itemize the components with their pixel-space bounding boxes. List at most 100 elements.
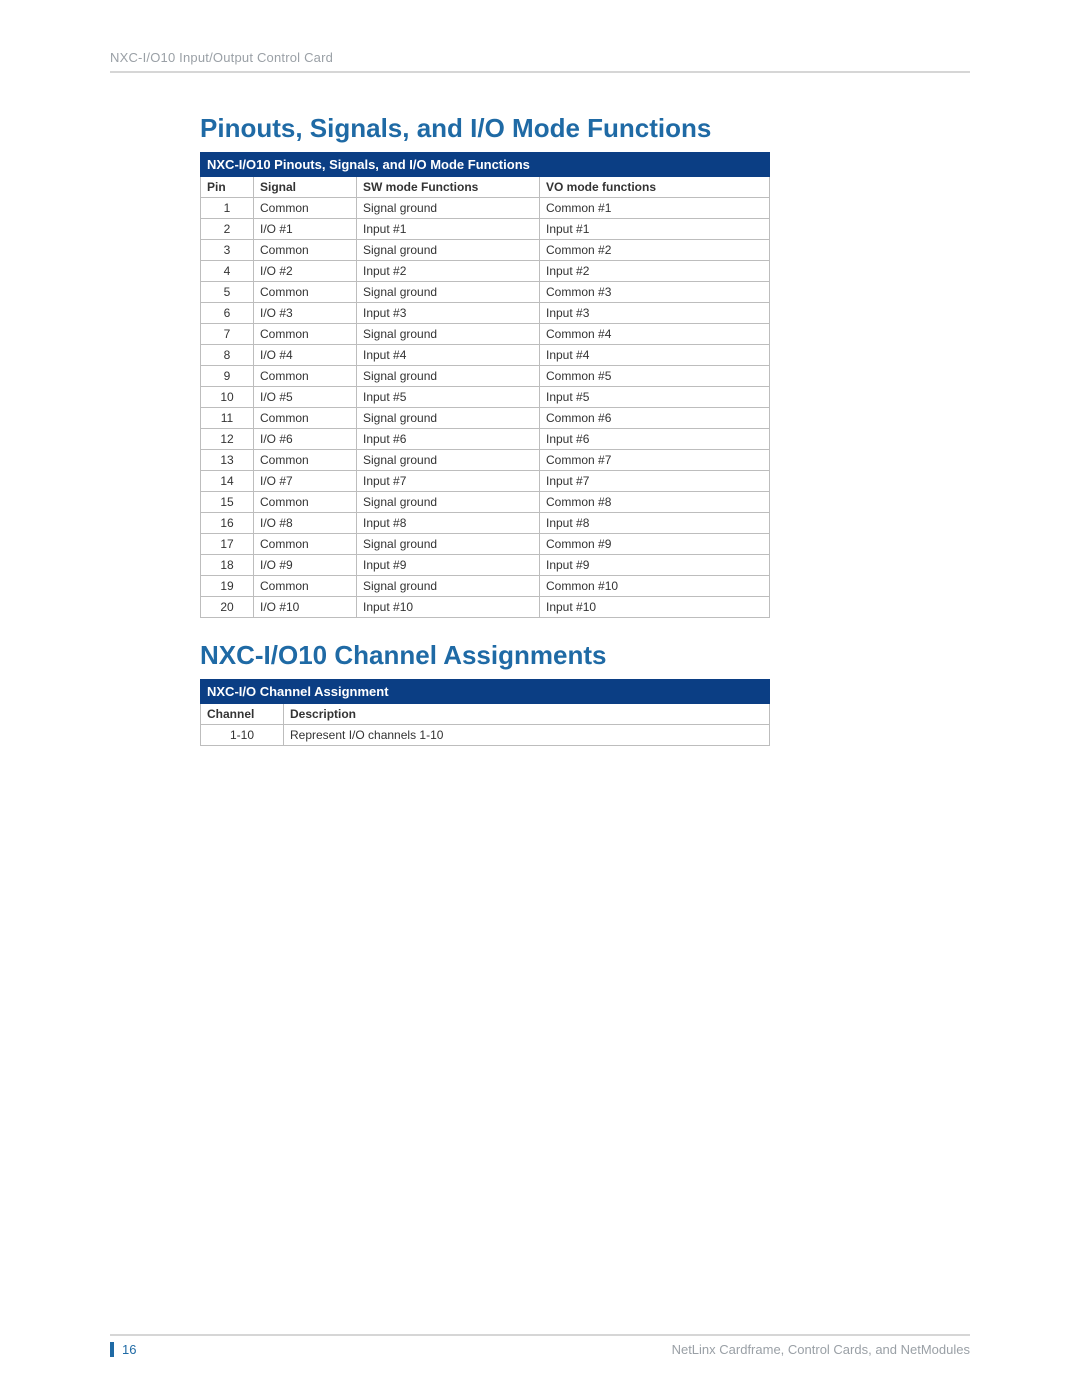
table-row: 17CommonSignal groundCommon #9 <box>201 534 770 555</box>
table-row: 4I/O #2Input #2Input #2 <box>201 261 770 282</box>
page-header: NXC-I/O10 Input/Output Control Card <box>110 50 970 73</box>
table-cell: I/O #4 <box>254 345 357 366</box>
table-cell: I/O #3 <box>254 303 357 324</box>
table-cell: 15 <box>201 492 254 513</box>
table-row: 9CommonSignal groundCommon #5 <box>201 366 770 387</box>
table-cell: 13 <box>201 450 254 471</box>
table-cell: 3 <box>201 240 254 261</box>
table-title-row: NXC-I/O10 Pinouts, Signals, and I/O Mode… <box>201 153 770 177</box>
table-cell: Input #3 <box>357 303 540 324</box>
table-cell: Signal ground <box>357 576 540 597</box>
table-cell: Input #1 <box>540 219 770 240</box>
table-title-row: NXC-I/O Channel Assignment <box>201 680 770 704</box>
table-row: 18I/O #9Input #9Input #9 <box>201 555 770 576</box>
table-cell: Input #3 <box>540 303 770 324</box>
table-cell: Common #3 <box>540 282 770 303</box>
table-cell: 2 <box>201 219 254 240</box>
content-block: Pinouts, Signals, and I/O Mode Functions… <box>200 113 770 746</box>
table-cell: I/O #6 <box>254 429 357 450</box>
table-cell: Common #2 <box>540 240 770 261</box>
page-number: 16 <box>110 1342 136 1357</box>
table-cell: I/O #9 <box>254 555 357 576</box>
table-row: 20I/O #10Input #10Input #10 <box>201 597 770 618</box>
table-cell: Common <box>254 366 357 387</box>
table-cell: Input #1 <box>357 219 540 240</box>
table-row: 13CommonSignal groundCommon #7 <box>201 450 770 471</box>
table-cell: Input #5 <box>540 387 770 408</box>
col-vo: VO mode functions <box>540 177 770 198</box>
table-cell: Common <box>254 282 357 303</box>
table-cell: Signal ground <box>357 198 540 219</box>
table-row: 14I/O #7Input #7Input #7 <box>201 471 770 492</box>
table-cell: 12 <box>201 429 254 450</box>
table-row: 19CommonSignal groundCommon #10 <box>201 576 770 597</box>
table-cell: Common #5 <box>540 366 770 387</box>
table-cell: Input #2 <box>357 261 540 282</box>
table-cell: Input #10 <box>357 597 540 618</box>
table-cell: Common #4 <box>540 324 770 345</box>
table-title-cell: NXC-I/O Channel Assignment <box>201 680 770 704</box>
table-cell: Input #7 <box>540 471 770 492</box>
table-cell: Common #6 <box>540 408 770 429</box>
table-cell: 4 <box>201 261 254 282</box>
table-cell: 1 <box>201 198 254 219</box>
table-cell: 18 <box>201 555 254 576</box>
col-channel: Channel <box>201 704 284 725</box>
table-cell: 5 <box>201 282 254 303</box>
table-cell: I/O #5 <box>254 387 357 408</box>
table-header-row: Pin Signal SW mode Functions VO mode fun… <box>201 177 770 198</box>
table-cell: Signal ground <box>357 450 540 471</box>
table-cell: Common <box>254 198 357 219</box>
table-cell: 7 <box>201 324 254 345</box>
table-cell: Input #4 <box>357 345 540 366</box>
table-cell: I/O #7 <box>254 471 357 492</box>
table-cell: Input #5 <box>357 387 540 408</box>
table-cell: Common <box>254 534 357 555</box>
table-cell: Common #10 <box>540 576 770 597</box>
table-cell: Input #7 <box>357 471 540 492</box>
table-cell: 16 <box>201 513 254 534</box>
table-cell: I/O #8 <box>254 513 357 534</box>
table-cell: Signal ground <box>357 324 540 345</box>
table-cell: Signal ground <box>357 408 540 429</box>
table-cell: Input #8 <box>540 513 770 534</box>
table-cell: Input #2 <box>540 261 770 282</box>
col-pin: Pin <box>201 177 254 198</box>
table-cell: 9 <box>201 366 254 387</box>
table-cell: Signal ground <box>357 534 540 555</box>
table-cell: Common #8 <box>540 492 770 513</box>
table-row: 1-10Represent I/O channels 1-10 <box>201 725 770 746</box>
table-row: 5CommonSignal groundCommon #3 <box>201 282 770 303</box>
table-cell: Input #6 <box>357 429 540 450</box>
table-cell: 8 <box>201 345 254 366</box>
document-page: NXC-I/O10 Input/Output Control Card Pino… <box>0 0 1080 1397</box>
table-row: 8I/O #4Input #4Input #4 <box>201 345 770 366</box>
table-cell: Common <box>254 450 357 471</box>
table-cell: Common #1 <box>540 198 770 219</box>
table-cell: Input #9 <box>357 555 540 576</box>
col-description: Description <box>284 704 770 725</box>
table-cell: Signal ground <box>357 240 540 261</box>
col-signal: Signal <box>254 177 357 198</box>
table-cell: 1-10 <box>201 725 284 746</box>
table-row: 3CommonSignal groundCommon #2 <box>201 240 770 261</box>
table-title-cell: NXC-I/O10 Pinouts, Signals, and I/O Mode… <box>201 153 770 177</box>
table-header-row: Channel Description <box>201 704 770 725</box>
table-cell: Signal ground <box>357 366 540 387</box>
section-title-pinouts: Pinouts, Signals, and I/O Mode Functions <box>200 113 770 144</box>
table-row: 1CommonSignal groundCommon #1 <box>201 198 770 219</box>
table-cell: I/O #1 <box>254 219 357 240</box>
page-footer: 16 NetLinx Cardframe, Control Cards, and… <box>110 1334 970 1357</box>
table-cell: Common <box>254 408 357 429</box>
table-cell: Input #4 <box>540 345 770 366</box>
table-cell: Input #9 <box>540 555 770 576</box>
table-cell: Signal ground <box>357 282 540 303</box>
table-cell: Input #10 <box>540 597 770 618</box>
table-cell: Input #8 <box>357 513 540 534</box>
table-row: 12I/O #6Input #6Input #6 <box>201 429 770 450</box>
table-cell: Common <box>254 492 357 513</box>
table-cell: 10 <box>201 387 254 408</box>
table-cell: 20 <box>201 597 254 618</box>
table-cell: Common #7 <box>540 450 770 471</box>
table-cell: Common <box>254 240 357 261</box>
